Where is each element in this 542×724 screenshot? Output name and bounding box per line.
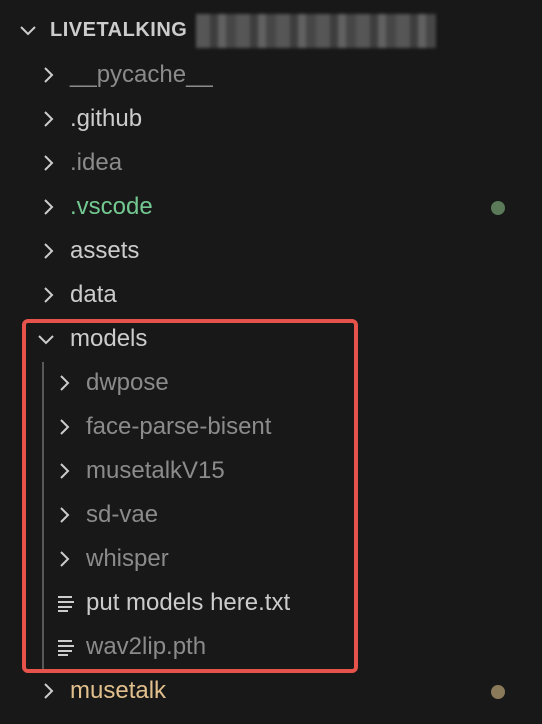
chevron-right-icon (38, 153, 58, 173)
tree-item-musetalk[interactable]: musetalk (0, 669, 542, 713)
tree-item-dwpose[interactable]: dwpose (0, 361, 542, 405)
chevron-right-icon (38, 197, 58, 217)
text-file-icon (56, 593, 76, 613)
tree-item-data[interactable]: data (0, 273, 542, 317)
chevron-right-icon (54, 417, 74, 437)
chevron-right-icon (54, 373, 74, 393)
tree-item-musetalkv15[interactable]: musetalkV15 (0, 449, 542, 493)
chevron-right-icon (54, 549, 74, 569)
tree-item-label: face-parse-bisent (86, 413, 272, 440)
tree-item-idea[interactable]: .idea (0, 141, 542, 185)
tree-item-label: models (70, 325, 148, 352)
chevron-right-icon (54, 461, 74, 481)
tree-item-models[interactable]: models (0, 317, 542, 361)
text-file-icon (56, 637, 76, 657)
tree-item-vscode[interactable]: .vscode (0, 185, 542, 229)
tree-item-label: .vscode (70, 193, 153, 220)
chevron-down-icon[interactable] (18, 20, 38, 40)
tree-item-label: musetalk (70, 677, 167, 704)
tree-item-label: dwpose (86, 369, 169, 396)
file-explorer: LIVETALKING __pycache__ .github .idea .v… (0, 0, 542, 724)
tree-item-wav2lip[interactable]: wav2lip.pth (0, 625, 542, 669)
chevron-right-icon (38, 109, 58, 129)
tree-item-github[interactable]: .github (0, 97, 542, 141)
tree-item-face-parse-bisent[interactable]: face-parse-bisent (0, 405, 542, 449)
tree-item-whisper[interactable]: whisper (0, 537, 542, 581)
chevron-right-icon (54, 505, 74, 525)
tree-item-label: .github (70, 105, 143, 132)
tree-item-label: assets (70, 237, 140, 264)
chevron-right-icon (38, 285, 58, 305)
tree-item-sd-vae[interactable]: sd-vae (0, 493, 542, 537)
modified-status-dot (491, 201, 505, 215)
tree-item-label: sd-vae (86, 501, 159, 528)
tree-item-assets[interactable]: assets (0, 229, 542, 273)
chevron-right-icon (38, 241, 58, 261)
modified-status-dot (491, 685, 505, 699)
tree-item-label: whisper (86, 545, 169, 572)
tree-item-label: .idea (70, 149, 123, 176)
tree-item-label: musetalkV15 (86, 457, 225, 484)
section-title[interactable]: LIVETALKING (50, 8, 187, 52)
tree-item-label: __pycache__ (70, 61, 213, 88)
tree-item-pycache[interactable]: __pycache__ (0, 53, 542, 97)
chevron-right-icon (38, 681, 58, 701)
chevron-right-icon (38, 65, 58, 85)
tree-item-put-models-here[interactable]: put models here.txt (0, 581, 542, 625)
chevron-down-icon (36, 329, 56, 349)
tree-item-label: put models here.txt (86, 589, 291, 616)
tree-item-label: wav2lip.pth (86, 633, 207, 660)
tree-item-label: data (70, 281, 117, 308)
redacted-text (196, 14, 436, 48)
